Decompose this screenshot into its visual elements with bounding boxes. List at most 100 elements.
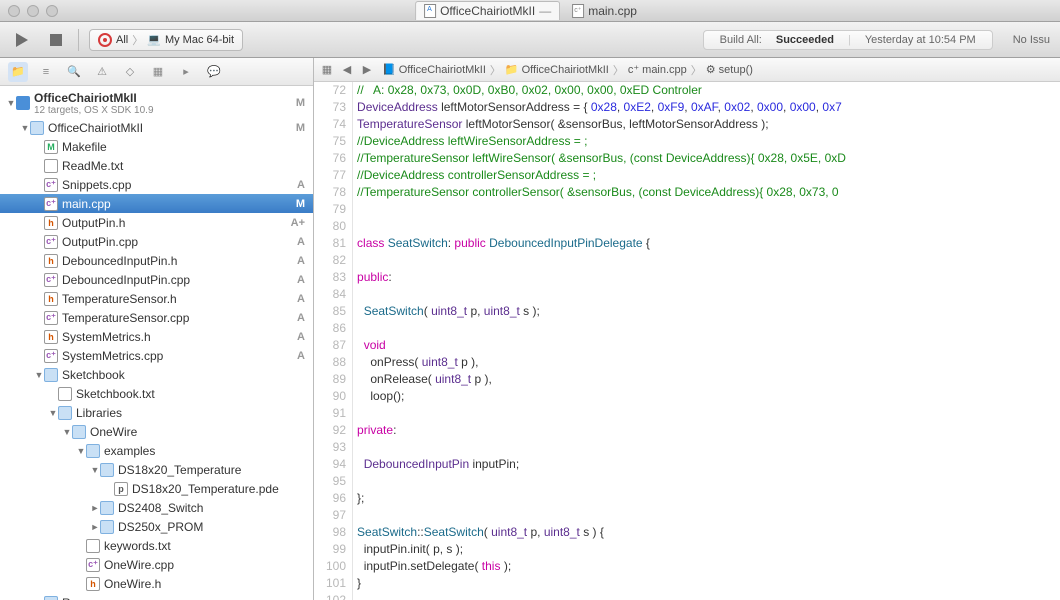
- code-content[interactable]: // A: 0x28, 0x73, 0x0D, 0xB0, 0x02, 0x00…: [353, 82, 1060, 600]
- close-icon[interactable]: [8, 5, 20, 17]
- tree-row[interactable]: c⁺main.cppM: [0, 194, 313, 213]
- project-navigator-icon[interactable]: 📁: [8, 62, 28, 82]
- txt-icon: [58, 387, 72, 401]
- tree-row[interactable]: ▼OfficeChairiotMkII12 targets, OS X SDK …: [0, 88, 313, 118]
- folder-icon: [44, 596, 58, 600]
- build-time: Yesterday at 10:54 PM: [865, 34, 976, 46]
- log-navigator-icon[interactable]: 💬: [204, 62, 224, 82]
- tree-row[interactable]: c⁺DebouncedInputPin.cppA: [0, 270, 313, 289]
- disclosure-open-icon[interactable]: ▼: [20, 123, 30, 133]
- run-button[interactable]: [10, 28, 34, 52]
- jump-segment[interactable]: c⁺main.cpp: [624, 63, 691, 76]
- window-titlebar: OfficeChairiotMkII — main.cpp: [0, 0, 1060, 22]
- target-icon: [98, 33, 112, 47]
- minimize-icon[interactable]: [27, 5, 39, 17]
- scm-badge: A: [285, 312, 305, 324]
- stop-button[interactable]: [44, 28, 68, 52]
- cpp-icon: c⁺: [44, 273, 58, 287]
- proj-icon: 📘: [382, 63, 396, 76]
- folder-icon: [100, 463, 114, 477]
- tree-row[interactable]: ReadMe.txt: [0, 156, 313, 175]
- tree-row[interactable]: ▼Libraries: [0, 403, 313, 422]
- tree-row[interactable]: MMakefile: [0, 137, 313, 156]
- tree-row[interactable]: ▼Sketchbook: [0, 365, 313, 384]
- traffic-lights: [0, 5, 58, 17]
- disclosure-closed-icon[interactable]: ►: [90, 503, 100, 513]
- dirty-indicator: —: [539, 4, 551, 18]
- tree-row[interactable]: hSystemMetrics.hA: [0, 327, 313, 346]
- project-tree[interactable]: ▼OfficeChairiotMkII12 targets, OS X SDK …: [0, 86, 313, 600]
- debug-navigator-icon[interactable]: ▦: [148, 62, 168, 82]
- tree-label: OneWire: [90, 425, 285, 439]
- build-prefix: Build All:: [720, 34, 762, 46]
- folder-icon: [58, 406, 72, 420]
- tree-row[interactable]: ▼OfficeChairiotMkIIM: [0, 118, 313, 137]
- tree-row[interactable]: hOutputPin.hA+: [0, 213, 313, 232]
- test-navigator-icon[interactable]: ◇: [120, 62, 140, 82]
- tree-row[interactable]: c⁺OutputPin.cppA: [0, 232, 313, 251]
- tree-label: DebouncedInputPin.h: [62, 254, 285, 268]
- tree-row[interactable]: c⁺OneWire.cpp: [0, 555, 313, 574]
- tree-row[interactable]: Sketchbook.txt: [0, 384, 313, 403]
- tree-label: DS18x20_Temperature: [118, 463, 285, 477]
- disclosure-closed-icon[interactable]: ►: [90, 522, 100, 532]
- scm-badge: M: [285, 97, 305, 109]
- activity-viewer[interactable]: Build All: Succeeded | Yesterday at 10:5…: [703, 30, 993, 50]
- tree-row[interactable]: c⁺TemperatureSensor.cppA: [0, 308, 313, 327]
- jump-segment[interactable]: 📘OfficeChairiotMkII: [378, 63, 490, 76]
- tree-row[interactable]: ▼examples: [0, 441, 313, 460]
- tree-row[interactable]: hTemperatureSensor.hA: [0, 289, 313, 308]
- tree-row[interactable]: ►DS2408_Switch: [0, 498, 313, 517]
- zoom-icon[interactable]: [46, 5, 58, 17]
- cpp-icon: c⁺: [86, 558, 100, 572]
- jump-bar[interactable]: ▦ ◀ ▶ 📘OfficeChairiotMkII〉📁OfficeChairio…: [314, 58, 1060, 82]
- folder-icon: [86, 444, 100, 458]
- jump-label: main.cpp: [642, 64, 687, 76]
- tree-row[interactable]: ▼ DS18x20_Temperature: [0, 460, 313, 479]
- disclosure-open-icon[interactable]: ▼: [48, 408, 58, 418]
- main-split: 📁 ≡ 🔍 ⚠ ◇ ▦ ▸ 💬 ▼OfficeChairiotMkII12 ta…: [0, 58, 1060, 600]
- disclosure-open-icon[interactable]: ▼: [90, 465, 100, 475]
- scm-badge: A: [285, 179, 305, 191]
- mac-icon: 💻: [147, 33, 161, 46]
- breakpoint-navigator-icon[interactable]: ▸: [176, 62, 196, 82]
- generic-icon: p: [114, 482, 128, 496]
- disclosure-open-icon[interactable]: ▼: [34, 370, 44, 380]
- line-gutter: 7273747576777879808182838485868788899091…: [314, 82, 353, 600]
- scheme-selector[interactable]: All 〉 💻 My Mac 64-bit: [89, 29, 243, 51]
- tree-row[interactable]: ►DS250x_PROM: [0, 517, 313, 536]
- tree-row[interactable]: keywords.txt: [0, 536, 313, 555]
- related-items-icon[interactable]: ▦: [318, 62, 336, 78]
- tree-label: OutputPin.h: [62, 216, 285, 230]
- tree-label: keywords.txt: [104, 539, 285, 553]
- disclosure-open-icon[interactable]: ▼: [6, 98, 16, 108]
- tree-row[interactable]: ▼ OneWire: [0, 422, 313, 441]
- h-icon: h: [44, 216, 58, 230]
- folder-icon: [72, 425, 86, 439]
- find-navigator-icon[interactable]: 🔍: [64, 62, 84, 82]
- tree-label: Sketchbook.txt: [76, 387, 285, 401]
- tree-row[interactable]: hDebouncedInputPin.hA: [0, 251, 313, 270]
- issue-navigator-icon[interactable]: ⚠: [92, 62, 112, 82]
- issues-label: No Issu: [1013, 34, 1050, 46]
- title-tab-file[interactable]: main.cpp: [564, 2, 645, 20]
- jump-segment[interactable]: ⚙setup(): [702, 63, 757, 76]
- jump-segment[interactable]: 📁OfficeChairiotMkII: [501, 63, 613, 76]
- disclosure-open-icon[interactable]: ▼: [62, 427, 72, 437]
- scm-badge: A: [285, 293, 305, 305]
- tree-row[interactable]: c⁺SystemMetrics.cppA: [0, 346, 313, 365]
- symbol-navigator-icon[interactable]: ≡: [36, 62, 56, 82]
- disclosure-open-icon[interactable]: ▼: [76, 446, 86, 456]
- title-tab-project[interactable]: OfficeChairiotMkII —: [415, 1, 560, 20]
- code-editor[interactable]: 7273747576777879808182838485868788899091…: [314, 82, 1060, 600]
- tree-label: ReadMe.txt: [62, 159, 285, 173]
- tree-row[interactable]: hOneWire.h: [0, 574, 313, 593]
- back-button[interactable]: ◀: [338, 62, 356, 78]
- tree-row[interactable]: ►Resources: [0, 593, 313, 600]
- forward-button[interactable]: ▶: [358, 62, 376, 78]
- tree-row[interactable]: pDS18x20_Temperature.pde: [0, 479, 313, 498]
- scm-badge: A: [285, 236, 305, 248]
- cpp-icon: c⁺: [44, 197, 58, 211]
- title-tab-label: main.cpp: [588, 4, 637, 18]
- tree-row[interactable]: c⁺Snippets.cppA: [0, 175, 313, 194]
